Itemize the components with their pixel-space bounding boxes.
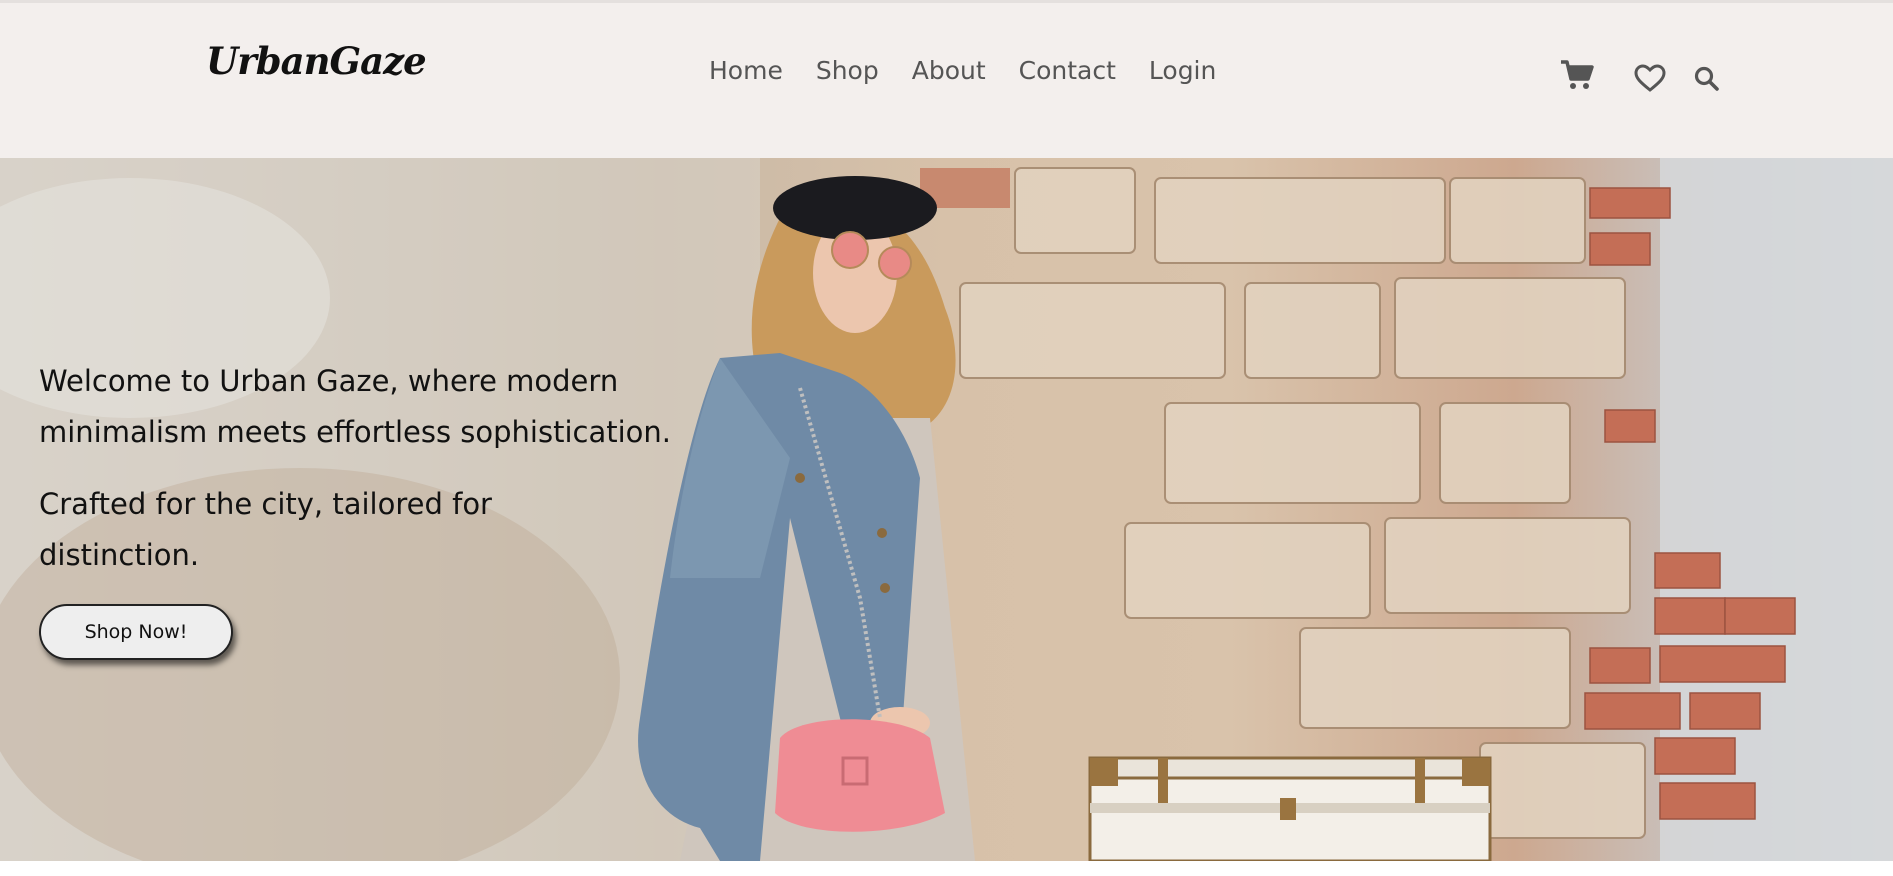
main-nav: Home Shop About Contact Login (709, 53, 1216, 89)
site-header: UrbanGaze Home Shop About Contact Login (0, 0, 1893, 158)
page-bottom-divider (0, 861, 1893, 876)
heart-icon[interactable] (1634, 64, 1666, 92)
logo[interactable]: UrbanGaze (206, 39, 427, 83)
hero-headline: Welcome to Urban Gaze, where modern mini… (39, 364, 671, 449)
cart-icon[interactable] (1560, 59, 1594, 91)
search-icon[interactable] (1694, 66, 1720, 92)
nav-about-link[interactable]: About (912, 53, 986, 89)
nav-shop-link[interactable]: Shop (816, 53, 879, 89)
shop-now-button[interactable]: Shop Now! (39, 604, 233, 660)
nav-login-link[interactable]: Login (1149, 53, 1216, 89)
hero-section: Welcome to Urban Gaze, where modern mini… (0, 158, 1893, 861)
nav-contact-link[interactable]: Contact (1019, 53, 1116, 89)
nav-home-link[interactable]: Home (709, 53, 783, 89)
hero-subline: Crafted for the city, tailored for disti… (39, 487, 492, 572)
